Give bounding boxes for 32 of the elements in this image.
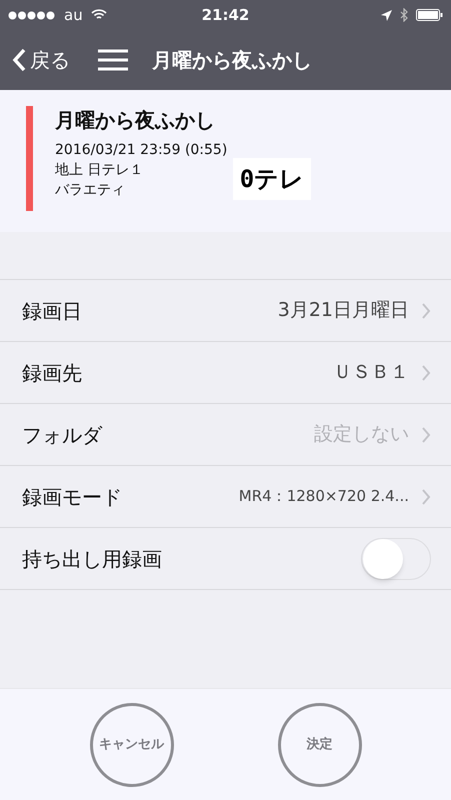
back-button[interactable]: 戻る (12, 45, 70, 75)
back-chevron-icon (12, 48, 26, 72)
program-genre: バラエティ (55, 181, 126, 200)
circle-button[interactable]: 決定 (278, 702, 362, 786)
setting-label: 持ち出し用録画 (22, 546, 162, 572)
battery-icon (416, 9, 443, 21)
setting-label: 録画先 (22, 360, 82, 386)
carrier-label: au (64, 4, 83, 26)
setting-label: フォルダ (22, 422, 102, 448)
chevron-icon (421, 302, 431, 320)
setting-label: 録画日 (22, 298, 82, 324)
setting-value: 設定しない (314, 422, 409, 448)
circle-button[interactable]: キャンセル (90, 702, 174, 786)
location-icon (381, 10, 392, 20)
channel-logo: 0テレ (233, 158, 311, 200)
program-title: 月曜から夜ふかし (55, 107, 216, 134)
chevron-icon (421, 426, 431, 444)
menu-icon[interactable] (98, 49, 128, 71)
chevron-icon (421, 488, 431, 506)
setting-value: ＵＳＢ１ (333, 360, 409, 386)
status-time: 21:42 (202, 4, 250, 26)
wifi-icon (90, 9, 107, 21)
chevron-icon (421, 364, 431, 382)
toggle-switch[interactable] (361, 538, 431, 580)
nav-title: 月曜から夜ふかし (152, 47, 312, 74)
signal-icon (8, 10, 56, 20)
program-datetime: 2016/03/21 23:59 (0:55) (55, 141, 228, 160)
program-channel: 地上 日テレ１ (55, 161, 144, 180)
setting-value: MR4：1280×720 2.4... (238, 486, 409, 508)
setting-value: 3月21日月曜日 (278, 298, 409, 324)
setting-label: 録画モード (22, 484, 122, 510)
bluetooth-icon (400, 8, 408, 22)
